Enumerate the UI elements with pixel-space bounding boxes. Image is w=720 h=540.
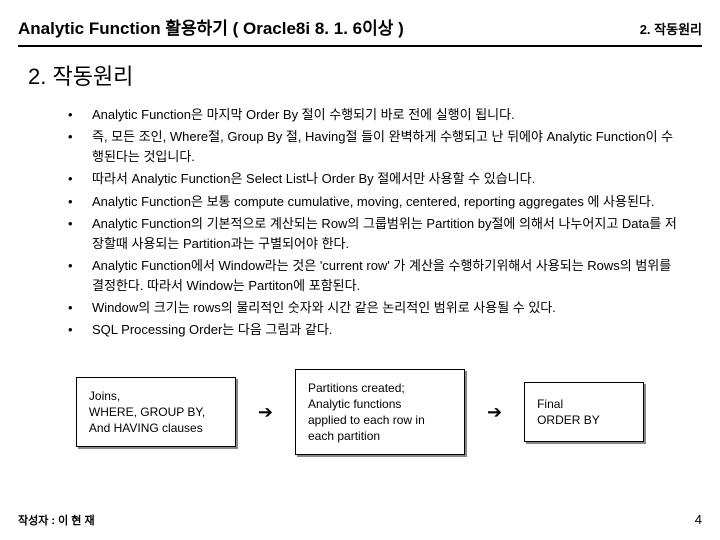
diagram-box-partitions: Partitions created; Analytic functions a… — [295, 369, 465, 456]
bullet-text: SQL Processing Order는 다음 그림과 같다. — [92, 320, 682, 340]
bullet-icon: • — [68, 214, 92, 254]
bullet-icon: • — [68, 127, 92, 167]
list-item: • Analytic Function의 기본적으로 계산되는 Row의 그룹범… — [68, 214, 682, 254]
diagram-box-text: Partitions created; Analytic functions a… — [308, 380, 425, 445]
arrow-icon: ➔ — [487, 403, 502, 421]
section-title: 2. 작동원리 — [28, 59, 702, 91]
bullet-icon: • — [68, 298, 92, 318]
header-title: Analytic Function 활용하기 ( Oracle8i 8. 1. … — [18, 14, 404, 39]
processing-order-diagram: Joins, WHERE, GROUP BY, And HAVING claus… — [18, 369, 702, 456]
list-item: • Analytic Function은 보통 compute cumulati… — [68, 192, 682, 212]
bullet-text: Analytic Function은 보통 compute cumulative… — [92, 192, 682, 212]
bullet-icon: • — [68, 320, 92, 340]
list-item: • 즉, 모든 조인, Where절, Group By 절, Having절 … — [68, 127, 682, 167]
bullet-icon: • — [68, 169, 92, 189]
diagram-box-text: Joins, WHERE, GROUP BY, And HAVING claus… — [89, 388, 205, 437]
bullet-icon: • — [68, 192, 92, 212]
bullet-icon: • — [68, 256, 92, 296]
bullet-list: • Analytic Function은 마지막 Order By 절이 수행되… — [68, 105, 682, 341]
header-subtitle: 2. 작동원리 — [640, 19, 702, 38]
bullet-text: Analytic Function의 기본적으로 계산되는 Row의 그룹범위는… — [92, 214, 682, 254]
bullet-text: Analytic Function은 마지막 Order By 절이 수행되기 … — [92, 105, 682, 125]
list-item: • Window의 크기는 rows의 물리적인 숫자와 시간 같은 논리적인 … — [68, 298, 682, 318]
bullet-text: Analytic Function에서 Window라는 것은 'current… — [92, 256, 682, 296]
slide-header: Analytic Function 활용하기 ( Oracle8i 8. 1. … — [18, 14, 702, 47]
diagram-box-text: Final ORDER BY — [537, 396, 600, 428]
page-number: 4 — [695, 512, 702, 528]
diagram-box-orderby: Final ORDER BY — [524, 382, 644, 442]
bullet-icon: • — [68, 105, 92, 125]
list-item: • Analytic Function은 마지막 Order By 절이 수행되… — [68, 105, 682, 125]
bullet-text: 따라서 Analytic Function은 Select List나 Orde… — [92, 169, 682, 189]
footer-author: 작성자 : 이 현 재 — [18, 512, 95, 528]
bullet-text: Window의 크기는 rows의 물리적인 숫자와 시간 같은 논리적인 범위… — [92, 298, 682, 318]
list-item: • 따라서 Analytic Function은 Select List나 Or… — [68, 169, 682, 189]
slide-footer: 작성자 : 이 현 재 4 — [18, 512, 702, 528]
list-item: • Analytic Function에서 Window라는 것은 'curre… — [68, 256, 682, 296]
bullet-text: 즉, 모든 조인, Where절, Group By 절, Having절 들이… — [92, 127, 682, 167]
list-item: • SQL Processing Order는 다음 그림과 같다. — [68, 320, 682, 340]
diagram-box-joins: Joins, WHERE, GROUP BY, And HAVING claus… — [76, 377, 236, 448]
arrow-icon: ➔ — [258, 403, 273, 421]
